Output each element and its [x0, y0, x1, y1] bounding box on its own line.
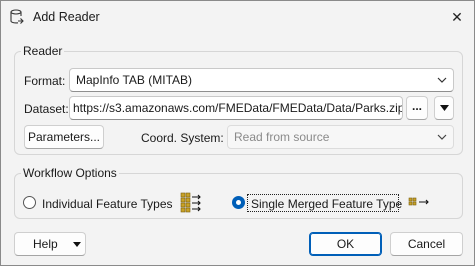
dataset-label: Dataset: [24, 102, 69, 116]
single-table-arrow-icon [408, 197, 429, 206]
chevron-down-icon [437, 77, 447, 83]
coord-system-select[interactable]: Read from source [227, 125, 454, 149]
cancel-button[interactable]: Cancel [390, 232, 463, 256]
ok-button[interactable]: OK [309, 232, 382, 256]
reader-group-label: Reader [21, 44, 65, 58]
browse-button[interactable]: ... [406, 96, 428, 120]
triangle-down-icon [73, 242, 81, 247]
help-label: Help [33, 237, 58, 251]
window-title: Add Reader [33, 10, 100, 24]
add-reader-icon [10, 9, 24, 24]
title-bar: Add Reader ✕ [1, 1, 474, 33]
format-select[interactable]: MapInfo TAB (MITAB) [69, 68, 454, 92]
close-button[interactable]: ✕ [440, 1, 474, 33]
triangle-down-icon [439, 105, 449, 111]
single-merged-feature-type-label[interactable]: Single Merged Feature Type [251, 197, 402, 211]
format-value: MapInfo TAB (MITAB) [76, 73, 193, 87]
dataset-value: https://s3.amazonaws.com/FMEData/FMEData… [73, 101, 403, 115]
add-reader-dialog: Add Reader ✕ Reader Format: MapInfo TAB … [0, 0, 475, 266]
close-icon: ✕ [451, 8, 463, 25]
chevron-down-icon [437, 134, 447, 140]
individual-feature-types-radio[interactable] [23, 196, 36, 209]
coord-system-value: Read from source [234, 130, 330, 144]
help-button[interactable]: Help [14, 232, 86, 256]
individual-feature-types-label[interactable]: Individual Feature Types [42, 197, 173, 211]
dataset-input[interactable]: https://s3.amazonaws.com/FMEData/FMEData… [69, 96, 403, 120]
workflow-group-label: Workflow Options [21, 166, 119, 180]
format-label: Format: [24, 74, 66, 88]
dataset-menu-button[interactable] [434, 96, 454, 120]
multi-table-arrows-icon [180, 192, 201, 213]
coord-system-label: Coord. System: [141, 131, 224, 145]
parameters-button[interactable]: Parameters... [24, 125, 104, 149]
single-merged-feature-type-radio[interactable] [232, 196, 245, 209]
